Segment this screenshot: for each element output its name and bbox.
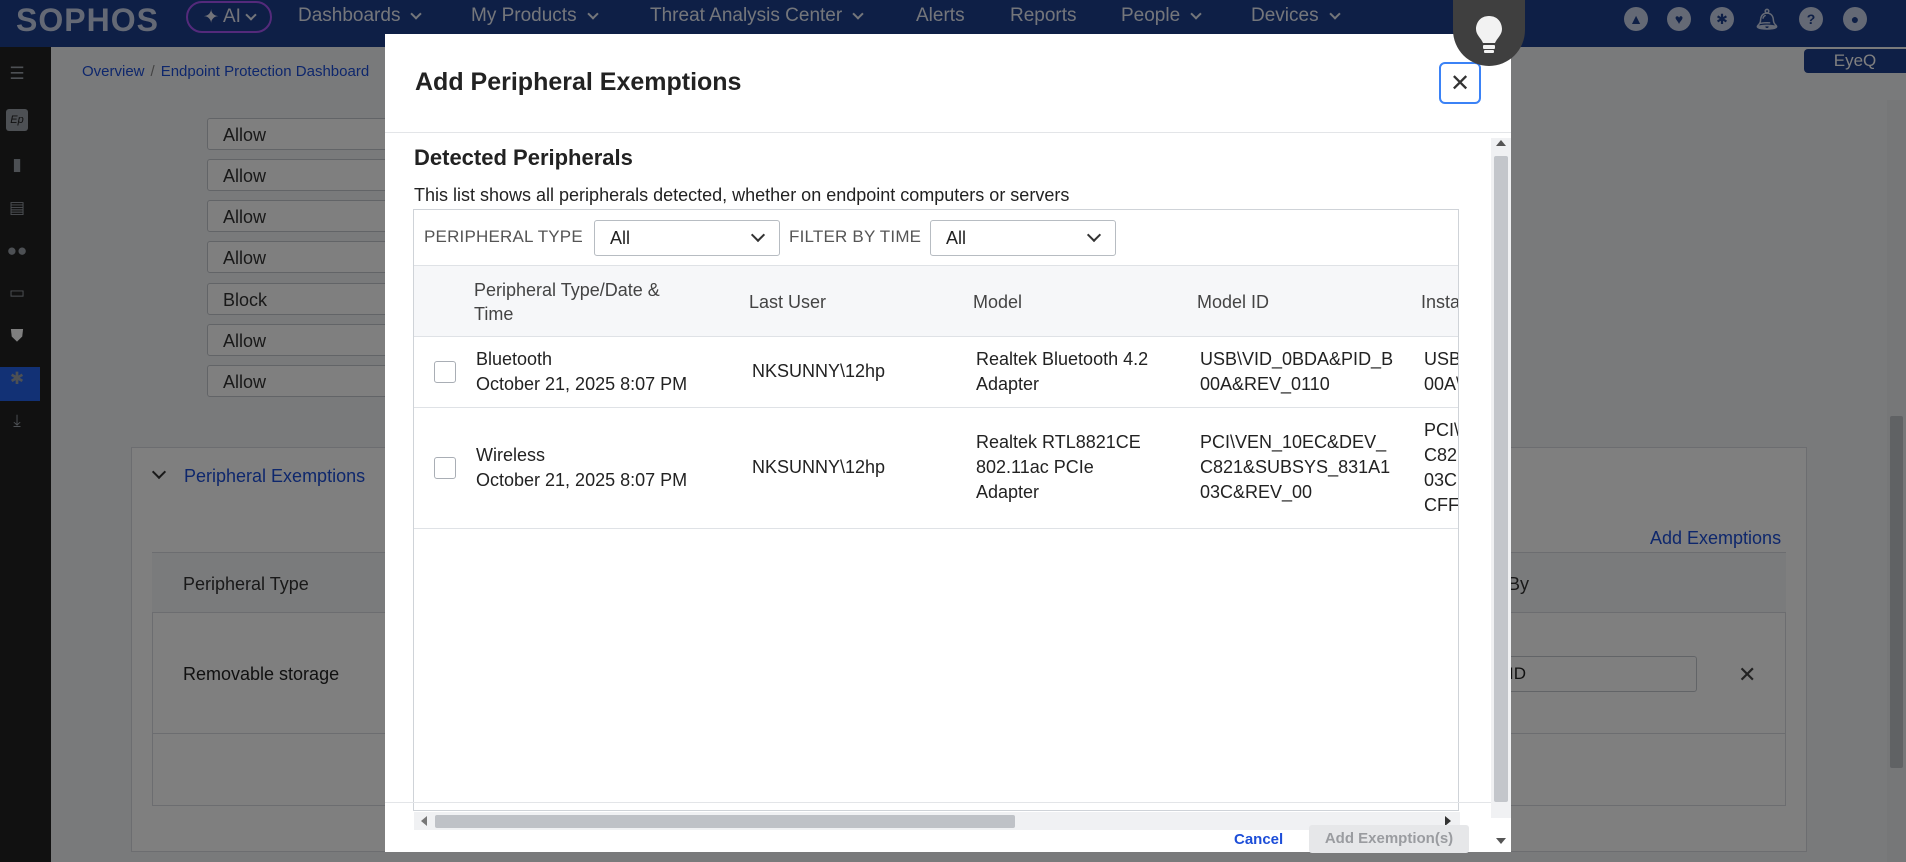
add-exemptions-button[interactable]: Add Exemption(s) bbox=[1309, 825, 1469, 853]
cell-instance: PCI\ bbox=[1424, 420, 1459, 440]
detected-peripherals-description: This list shows all peripherals detected… bbox=[414, 185, 1070, 205]
cell-model: Adapter bbox=[976, 482, 1040, 502]
cell-model: Realtek Bluetooth 4.2 bbox=[976, 349, 1149, 369]
modal-header-divider bbox=[385, 132, 1511, 133]
cell-model-id: PCI\VEN_10EC&DEV_ bbox=[1200, 432, 1387, 452]
cell-instance: 00A\ bbox=[1424, 374, 1459, 394]
detected-peripherals-title: Detected Peripherals bbox=[414, 145, 633, 170]
close-button[interactable]: ✕ bbox=[1439, 62, 1481, 104]
scroll-up-arrow-icon[interactable] bbox=[1496, 140, 1506, 146]
scroll-down-arrow-icon[interactable] bbox=[1496, 838, 1506, 844]
horizontal-scrollbar-thumb[interactable] bbox=[435, 815, 1015, 828]
cell-type: Bluetooth bbox=[476, 349, 553, 369]
peripheral-type-label: PERIPHERAL TYPE bbox=[424, 227, 583, 246]
col-last-user[interactable]: Last User bbox=[749, 290, 826, 314]
cell-model: 802.11ac PCIe bbox=[976, 457, 1094, 477]
cell-instance: CFFI bbox=[1424, 495, 1459, 515]
modal-title: Add Peripheral Exemptions bbox=[415, 68, 742, 96]
cell-last-user: NKSUNNY\12hp bbox=[752, 361, 886, 381]
col-peripheral-type-date[interactable]: Peripheral Type/Date & Time bbox=[474, 278, 684, 326]
close-icon: ✕ bbox=[1449, 69, 1471, 97]
col-instance[interactable]: Insta bbox=[1421, 290, 1458, 314]
cell-instance: C82 bbox=[1424, 445, 1458, 465]
row-checkbox[interactable] bbox=[434, 361, 456, 383]
add-peripheral-exemptions-modal: Add Peripheral Exemptions ✕ Detected Per… bbox=[385, 34, 1511, 853]
cell-model: Realtek RTL8821CE bbox=[976, 432, 1141, 452]
cell-last-user: NKSUNNY\12hp bbox=[752, 457, 886, 477]
cell-type: Wireless bbox=[476, 445, 546, 465]
cell-instance: 03C bbox=[1424, 470, 1458, 490]
filter-by-time-select[interactable]: All bbox=[930, 220, 1116, 256]
row-checkbox[interactable] bbox=[434, 457, 456, 479]
cell-instance: USB bbox=[1424, 349, 1459, 369]
col-model[interactable]: Model bbox=[973, 290, 1022, 314]
peripheral-type-value: All bbox=[610, 228, 631, 248]
modal-scrollbar-thumb[interactable] bbox=[1494, 156, 1508, 802]
cell-date: October 21, 2025 8:07 PM bbox=[476, 374, 688, 394]
cell-model-id: 00A&REV_0110 bbox=[1200, 374, 1330, 394]
cell-date: October 21, 2025 8:07 PM bbox=[476, 470, 688, 490]
cell-model-id: 03C&REV_00 bbox=[1200, 482, 1313, 502]
cell-model-id: USB\VID_0BDA&PID_B bbox=[1200, 349, 1394, 369]
grid-header: Peripheral Type/Date & Time Last User Mo… bbox=[414, 266, 1458, 337]
filter-by-time-label: FILTER BY TIME bbox=[789, 227, 922, 246]
filter-bar: PERIPHERAL TYPE All FILTER BY TIME All bbox=[414, 210, 1458, 266]
cell-model-id: C821&SUBSYS_831A1 bbox=[1200, 457, 1391, 477]
chevron-down-icon bbox=[750, 227, 766, 243]
table-row[interactable]: Wireless October 21, 2025 8:07 PM NKSUNN… bbox=[414, 408, 1459, 529]
table-row[interactable]: Bluetooth October 21, 2025 8:07 PM NKSUN… bbox=[414, 337, 1459, 408]
col-model-id[interactable]: Model ID bbox=[1197, 290, 1269, 314]
peripherals-grid: PERIPHERAL TYPE All FILTER BY TIME All P… bbox=[413, 209, 1459, 811]
cell-model: Adapter bbox=[976, 374, 1040, 394]
chevron-down-icon bbox=[1086, 227, 1102, 243]
cancel-button[interactable]: Cancel bbox=[1234, 831, 1283, 848]
scroll-left-arrow-icon[interactable] bbox=[421, 816, 427, 826]
peripheral-type-select[interactable]: All bbox=[594, 220, 780, 256]
filter-by-time-value: All bbox=[946, 228, 967, 248]
modal-footer-divider bbox=[385, 802, 1491, 803]
